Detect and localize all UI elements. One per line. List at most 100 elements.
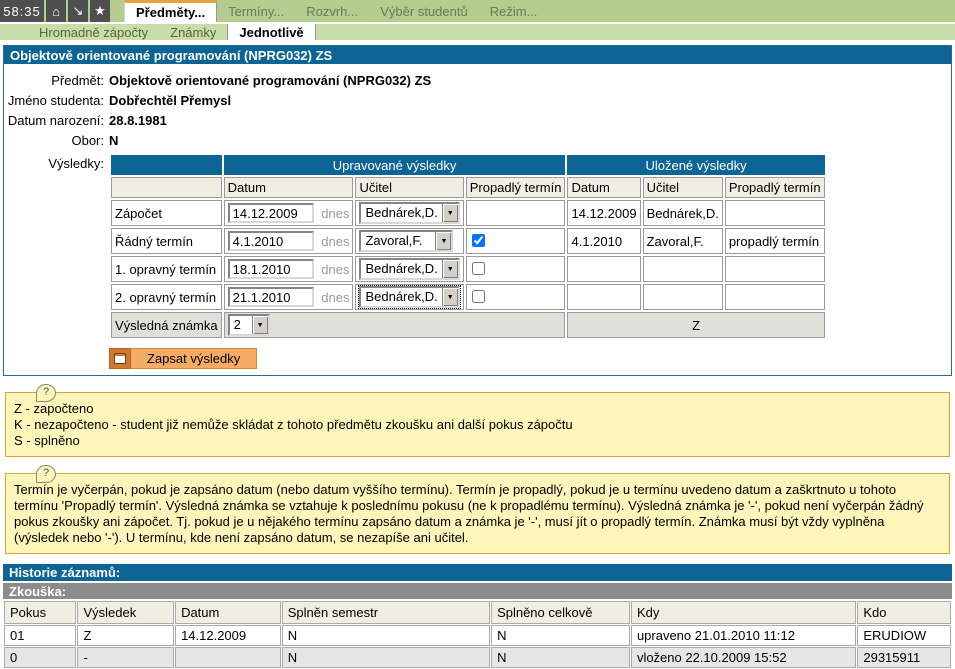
legend-line-s: S - splněno xyxy=(14,433,941,449)
rules-explanation-box: ? Termín je vyčerpán, pokud je zapsáno d… xyxy=(5,473,950,554)
saved-final-grade: Z xyxy=(567,312,824,338)
col-header-datum-edit: Datum xyxy=(224,177,354,198)
subtab-jednotlive[interactable]: Jednotlivě xyxy=(227,24,315,40)
teacher-select-value: Bednárek,D. xyxy=(361,260,441,278)
row-label: 2. opravný termín xyxy=(111,284,222,310)
session-timer: 58:35 xyxy=(0,0,44,22)
hist-col-splneno-celkove: Splněno celkově xyxy=(491,601,630,624)
subtab-znamky[interactable]: Známky xyxy=(159,24,227,40)
dnes-link[interactable]: dnes xyxy=(321,262,349,277)
grade-legend-box: ? Z - započteno K - nezapočteno - studen… xyxy=(5,392,950,457)
group-header-empty xyxy=(111,155,222,175)
forfeit-checkbox-1-opravny[interactable] xyxy=(472,262,485,275)
col-header-ucitel-saved: Učitel xyxy=(643,177,723,198)
field-label-vysledky: Výsledky: xyxy=(4,153,109,340)
tab-predmety[interactable]: Předměty... xyxy=(124,0,217,22)
chevron-down-icon: ▼ xyxy=(252,316,268,334)
final-grade-value: 2 xyxy=(230,316,252,334)
hist-cell: - xyxy=(77,647,174,668)
grade-entry-panel: Objektově orientované programování (NPRG… xyxy=(3,45,952,376)
tab-rezim[interactable]: Režim... xyxy=(479,0,549,22)
col-header-propadly-edit: Propadlý termín xyxy=(466,177,566,198)
chevron-down-icon: ▼ xyxy=(435,232,451,250)
teacher-select-value: Bednárek,D. xyxy=(361,288,441,306)
row-label: Řádný termín xyxy=(111,228,222,254)
teacher-select-1-opravny[interactable]: Bednárek,D. ▼ xyxy=(359,258,459,280)
saved-forfeit xyxy=(725,284,825,310)
home-icon[interactable]: ⌂ xyxy=(46,0,66,22)
table-row-radny-termin: Řádný termín dnes Zavoral,F. ▼ 4.1.2010 … xyxy=(111,228,825,254)
row-label: Zápočet xyxy=(111,200,222,226)
table-row-1-opravny: 1. opravný termín dnes Bednárek,D. ▼ xyxy=(111,256,825,282)
hist-cell: 0 xyxy=(4,647,76,668)
hist-col-datum: Datum xyxy=(175,601,281,624)
hist-cell: 01 xyxy=(4,625,76,646)
hist-cell: Z xyxy=(77,625,174,646)
date-input-1-opravny[interactable] xyxy=(228,259,314,279)
history-table: Pokus Výsledek Datum Splněn semestr Spln… xyxy=(3,600,952,669)
tab-rozvrh[interactable]: Rozvrh... xyxy=(295,0,369,22)
date-input-zapocet[interactable] xyxy=(228,203,314,223)
main-tabs: Předměty... Termíny... Rozvrh... Výběr s… xyxy=(124,0,548,22)
star-icon[interactable]: ★ xyxy=(90,0,110,22)
saved-date xyxy=(567,256,640,282)
help-icon[interactable]: ? xyxy=(36,384,56,402)
teacher-select-value: Bednárek,D. xyxy=(361,204,441,222)
saved-teacher xyxy=(643,284,723,310)
rules-text: Termín je vyčerpán, pokud je zapsáno dat… xyxy=(14,482,941,546)
col-header-ucitel-edit: Učitel xyxy=(355,177,463,198)
date-input-2-opravny[interactable] xyxy=(228,287,314,307)
final-grade-label: Výsledná známka xyxy=(111,312,222,338)
hist-col-kdy: Kdy xyxy=(631,601,856,624)
field-value-jmeno: Dobřechtěl Přemysl xyxy=(109,91,231,111)
col-header-propadly-saved: Propadlý termín xyxy=(725,177,825,198)
subtab-hromadne-zapocty[interactable]: Hromadně zápočty xyxy=(28,24,159,40)
date-input-radny[interactable] xyxy=(228,231,314,251)
field-label-narozeni: Datum narození: xyxy=(4,111,109,131)
save-results-button[interactable]: Zapsat výsledky xyxy=(131,348,257,369)
field-label-obor: Obor: xyxy=(4,131,109,151)
field-label-predmet: Předmět: xyxy=(4,71,109,91)
saved-forfeit: propadlý termín xyxy=(725,228,825,254)
hist-cell: 14.12.2009 xyxy=(175,625,281,646)
forfeit-cell-empty xyxy=(466,200,566,226)
dnes-link[interactable]: dnes xyxy=(321,206,349,221)
saved-teacher: Bednárek,D. xyxy=(643,200,723,226)
saved-date xyxy=(567,284,640,310)
help-icon[interactable]: ? xyxy=(36,465,56,483)
hist-cell: N xyxy=(282,647,490,668)
student-info: Předmět: Objektově orientované programov… xyxy=(4,64,951,151)
sub-menu-bar: Hromadně zápočty Známky Jednotlivě xyxy=(0,22,955,40)
tab-vyber-studentu[interactable]: Výběr studentů xyxy=(369,0,478,22)
history-subtitle: Zkouška: xyxy=(3,583,952,599)
table-row-final-grade: Výsledná známka 2 ▼ Z xyxy=(111,312,825,338)
saved-date: 14.12.2009 xyxy=(567,200,640,226)
final-grade-select[interactable]: 2 ▼ xyxy=(228,314,270,336)
field-value-predmet: Objektově orientované programování (NPRG… xyxy=(109,71,431,91)
chevron-down-icon: ▼ xyxy=(442,260,458,278)
col-header-empty xyxy=(111,177,222,198)
teacher-select-radny[interactable]: Zavoral,F. ▼ xyxy=(359,230,453,252)
legend-line-z: Z - započteno xyxy=(14,401,941,417)
table-row: 0 - N N vloženo 22.10.2009 15:52 2931591… xyxy=(4,647,951,668)
dnes-link[interactable]: dnes xyxy=(321,290,349,305)
table-row: 01 Z 14.12.2009 N N upraveno 21.01.2010 … xyxy=(4,625,951,646)
history-title: Historie záznamů: xyxy=(3,564,952,581)
saved-teacher: Zavoral,F. xyxy=(643,228,723,254)
tab-terminy[interactable]: Termíny... xyxy=(217,0,295,22)
field-label-jmeno: Jméno studenta: xyxy=(4,91,109,111)
teacher-select-zapocet[interactable]: Bednárek,D. ▼ xyxy=(359,202,459,224)
hist-col-vysledek: Výsledek xyxy=(77,601,174,624)
save-icon xyxy=(109,348,131,369)
hist-col-kdo: Kdo xyxy=(857,601,951,624)
forfeit-checkbox-2-opravny[interactable] xyxy=(472,290,485,303)
hist-cell: upraveno 21.01.2010 11:12 xyxy=(631,625,856,646)
login-arrow-icon[interactable]: ↘ xyxy=(68,0,88,22)
forfeit-checkbox-radny[interactable] xyxy=(472,234,485,247)
submit-row: Zapsat výsledky xyxy=(109,348,951,369)
hist-cell: N xyxy=(491,647,630,668)
table-row-zapocet: Zápočet dnes Bednárek,D. ▼ 14.12.2009 Be… xyxy=(111,200,825,226)
dnes-link[interactable]: dnes xyxy=(321,234,349,249)
teacher-select-2-opravny[interactable]: Bednárek,D. ▼ xyxy=(359,286,459,308)
col-header-datum-saved: Datum xyxy=(567,177,640,198)
